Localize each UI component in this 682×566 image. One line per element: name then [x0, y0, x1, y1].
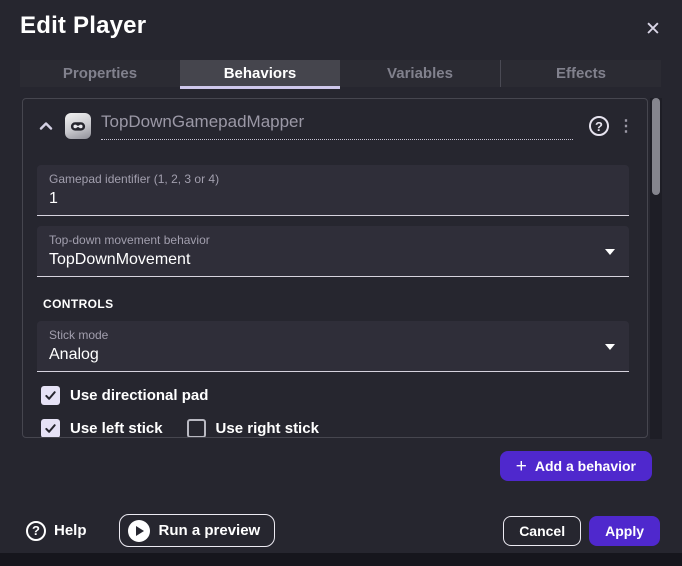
tab-bar: Properties Behaviors Variables Effects	[20, 60, 661, 87]
apply-button[interactable]: Apply	[589, 516, 660, 546]
tab-properties[interactable]: Properties	[20, 60, 180, 87]
behavior-name-field[interactable]: TopDownGamepadMapper	[101, 112, 573, 140]
behavior-name: TopDownGamepadMapper	[101, 112, 304, 131]
field-label: Stick mode	[49, 328, 599, 342]
gamepad-identifier-field[interactable]: Gamepad identifier (1, 2, 3 or 4) 1	[37, 165, 629, 216]
field-value: 1	[49, 190, 599, 208]
kebab-menu-icon: ⋮	[618, 116, 634, 136]
run-preview-button[interactable]: Run a preview	[119, 514, 276, 547]
close-button[interactable]: ✕	[640, 16, 666, 42]
checkbox-label: Use left stick	[70, 420, 163, 437]
chevron-up-icon	[38, 118, 54, 134]
tab-label: Properties	[63, 65, 137, 82]
tab-label: Behaviors	[224, 65, 297, 82]
tab-behaviors[interactable]: Behaviors	[180, 60, 340, 87]
tab-variables[interactable]: Variables	[340, 60, 500, 87]
checked-checkbox-icon	[41, 419, 60, 438]
field-label: Gamepad identifier (1, 2, 3 or 4)	[49, 172, 599, 186]
field-value: TopDownMovement	[49, 251, 599, 269]
play-icon	[128, 520, 150, 542]
behavior-help-button[interactable]: ?	[589, 116, 609, 136]
edit-player-dialog: Edit Player ✕ Properties Behaviors Varia…	[0, 0, 682, 566]
cancel-button[interactable]: Cancel	[503, 516, 581, 546]
help-icon: ?	[26, 521, 46, 541]
checkbox-use-left-stick[interactable]: Use left stick	[41, 419, 163, 438]
background-strip	[0, 553, 682, 566]
scrollbar-thumb[interactable]	[652, 98, 660, 195]
page-title: Edit Player	[20, 12, 146, 40]
question-mark-icon: ?	[595, 119, 603, 134]
checkbox-row: Use left stick Use right stick	[41, 419, 633, 438]
checkbox-label: Use directional pad	[70, 387, 208, 404]
behaviors-panel: TopDownGamepadMapper ? ⋮ Gamepad identif…	[22, 98, 648, 438]
checkbox-label: Use right stick	[216, 420, 319, 437]
checkbox-use-right-stick[interactable]: Use right stick	[187, 419, 319, 438]
tab-label: Variables	[387, 65, 453, 82]
caret-down-icon	[605, 344, 615, 350]
collapse-button[interactable]	[37, 117, 55, 135]
checkbox-use-directional-pad[interactable]: Use directional pad	[41, 386, 208, 405]
controls-section-header: CONTROLS	[43, 297, 633, 311]
behavior-header: TopDownGamepadMapper ? ⋮	[23, 99, 647, 140]
field-label: Top-down movement behavior	[49, 233, 599, 247]
help-label: Help	[54, 522, 87, 539]
stick-mode-dropdown[interactable]: Stick mode Analog	[37, 321, 629, 372]
checkbox-row: Use directional pad	[41, 386, 633, 405]
help-button[interactable]: ? Help	[26, 521, 87, 541]
plus-icon: +	[516, 457, 527, 476]
unchecked-checkbox-icon	[187, 419, 206, 438]
scrollbar-track[interactable]	[650, 98, 662, 439]
close-icon: ✕	[645, 18, 661, 41]
field-value: Analog	[49, 346, 599, 364]
caret-down-icon	[605, 249, 615, 255]
tab-label: Effects	[556, 65, 606, 82]
run-preview-label: Run a preview	[159, 522, 261, 539]
add-behavior-button[interactable]: + Add a behavior	[500, 451, 652, 481]
tab-effects[interactable]: Effects	[500, 60, 661, 87]
movement-behavior-dropdown[interactable]: Top-down movement behavior TopDownMoveme…	[37, 226, 629, 277]
dialog-footer: ? Help Run a preview Cancel Apply	[0, 514, 682, 547]
behavior-menu-button[interactable]: ⋮	[619, 116, 633, 136]
checked-checkbox-icon	[41, 386, 60, 405]
add-behavior-label: Add a behavior	[535, 458, 636, 474]
gamepad-icon	[65, 113, 91, 139]
